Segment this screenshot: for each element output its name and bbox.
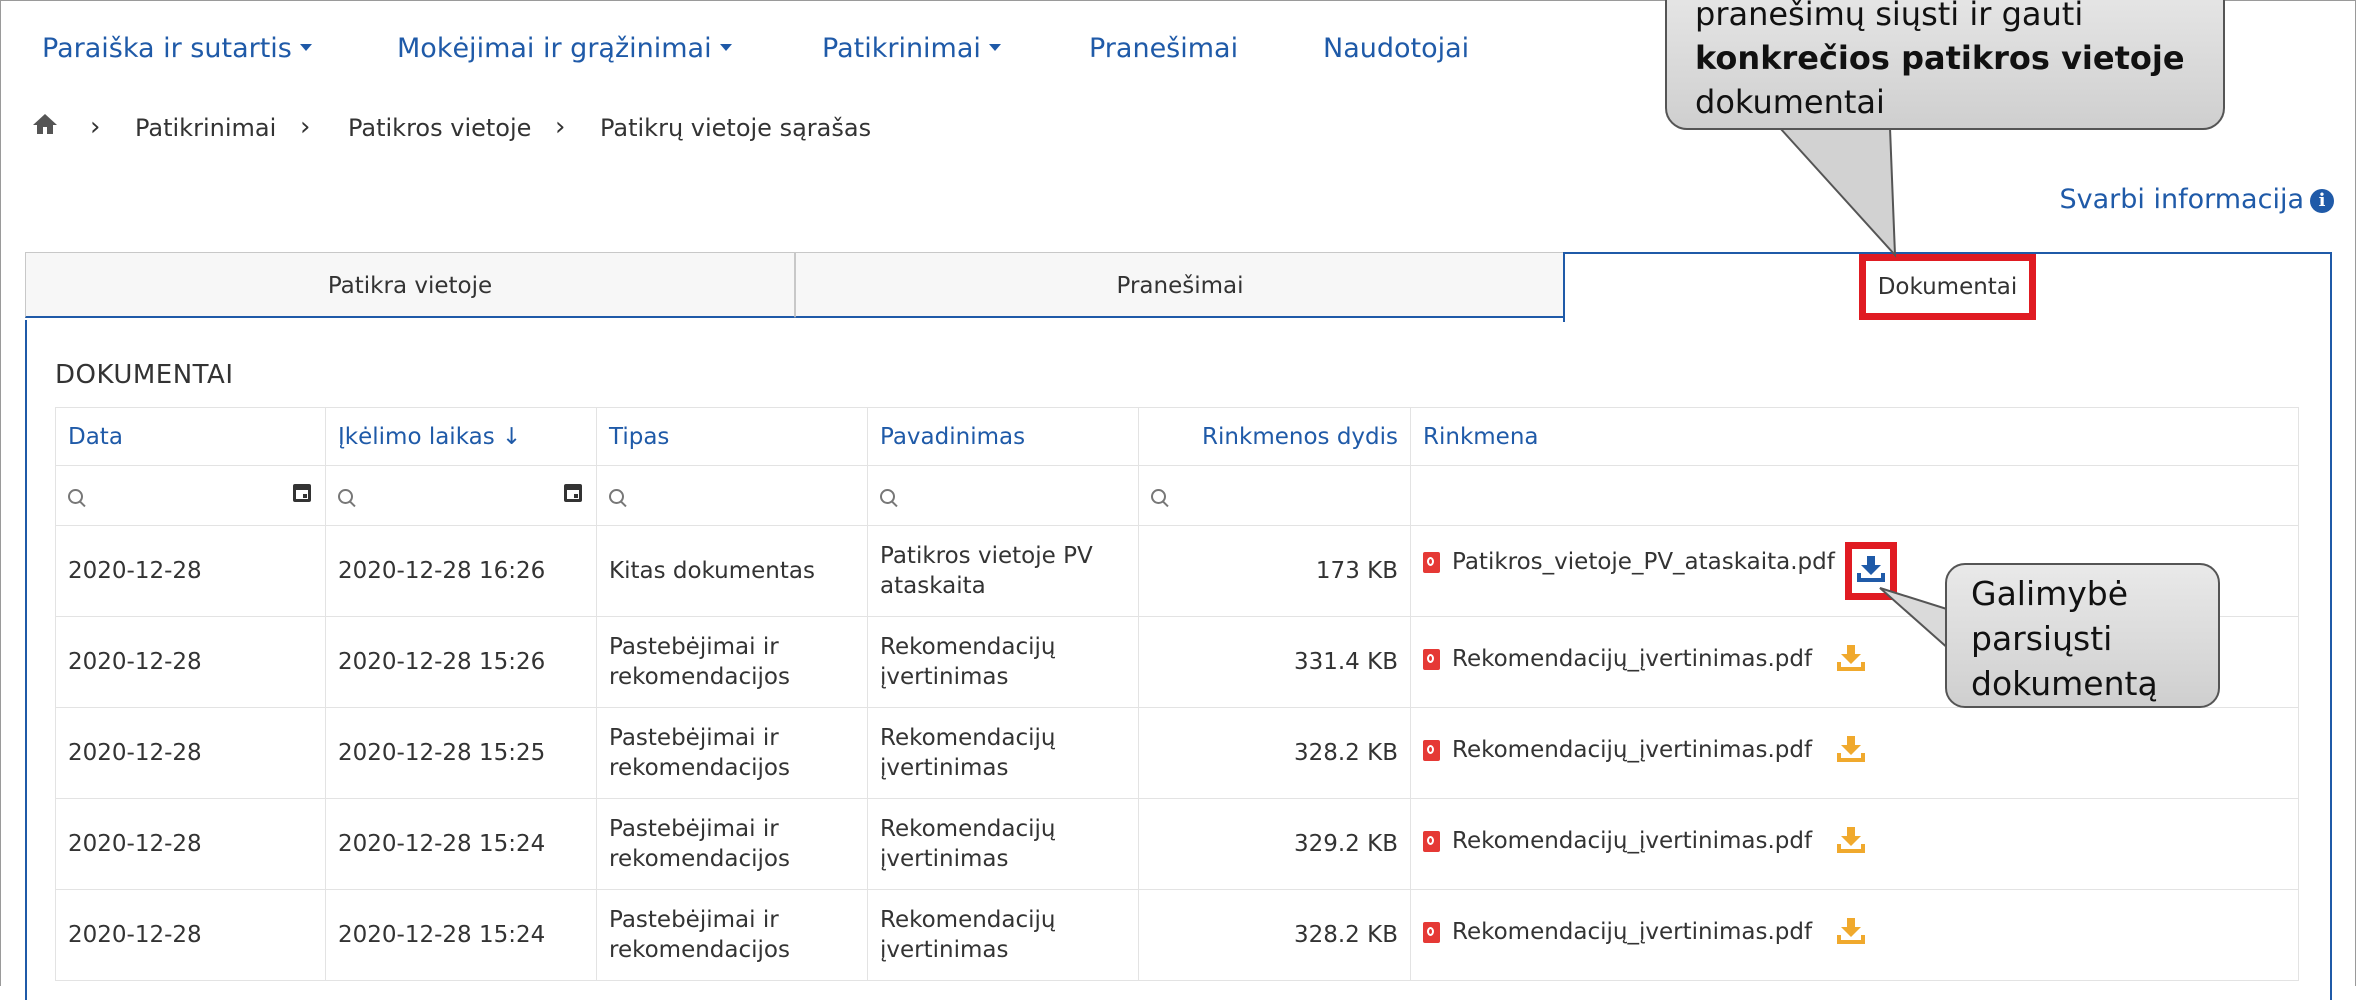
callout-download-note: Galimybė parsiųsti dokumentą — [1945, 563, 2220, 708]
callout-top-pointer — [1777, 127, 1897, 258]
callout-pointers — [1777, 126, 1952, 653]
callout-documents-note: pranešimų siųsti ir gauti konkrečios pat… — [1665, 0, 2225, 130]
callout-side-pointer — [1879, 587, 1951, 653]
